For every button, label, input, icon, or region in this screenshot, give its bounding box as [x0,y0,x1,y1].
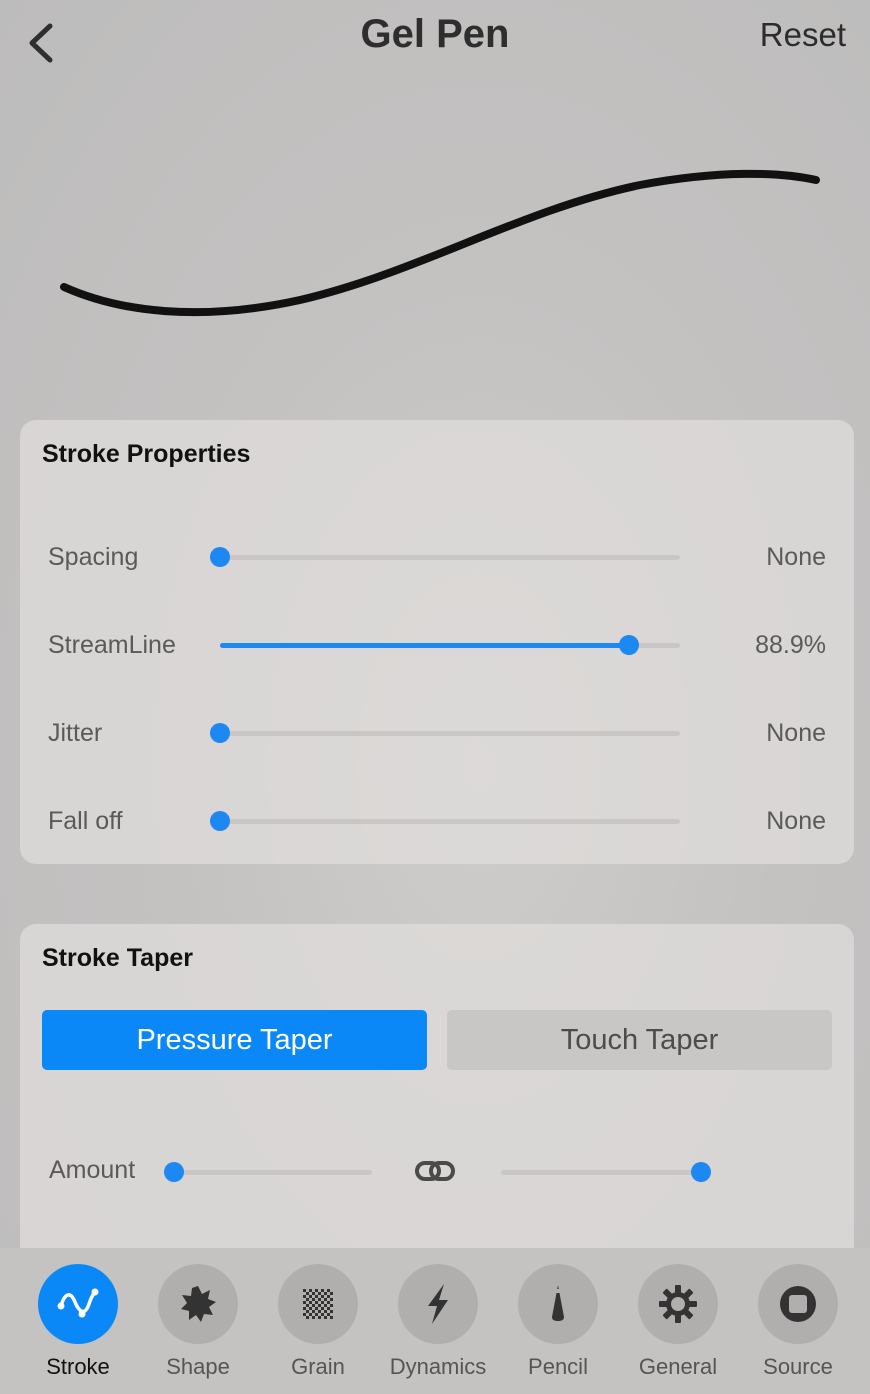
slider-thumb[interactable] [210,811,230,831]
tab-pencil[interactable]: Pencil [498,1264,618,1384]
jitter-slider[interactable] [210,723,680,743]
tab-circle [278,1264,358,1344]
tab-label: Shape [166,1354,230,1379]
slider-thumb[interactable] [618,635,639,655]
reset-button[interactable]: Reset [760,16,846,54]
gear-icon [659,1285,697,1323]
stroke-preview [60,169,820,317]
streamline-slider[interactable] [220,635,680,655]
fall-off-value: None [766,807,826,835]
brush-settings-tab-bar: Stroke Shape Grain Dynamics Pencil Gener… [0,1248,870,1394]
stroke-taper-title: Stroke Taper [42,944,193,972]
tab-stroke[interactable]: Stroke [18,1264,138,1384]
tab-grain[interactable]: Grain [258,1264,378,1384]
slider-thumb[interactable] [210,547,230,567]
fall-off-row: Fall off None [20,801,854,841]
tab-general[interactable]: General [618,1264,738,1384]
fall-off-label: Fall off [48,807,123,835]
shape-icon [181,1286,216,1322]
pressure-taper-tab[interactable]: Pressure Taper [42,1010,427,1070]
tab-label: General [638,1354,718,1379]
tab-circle [518,1264,598,1344]
slider-thumb[interactable] [691,1162,711,1182]
streamline-row: StreamLine 88.9% [20,625,854,665]
jitter-value: None [766,719,826,747]
tab-label: Grain [291,1354,345,1379]
header: Gel Pen Reset [0,0,870,80]
stroke-properties-title: Stroke Properties [42,440,251,468]
tab-circle [638,1264,718,1344]
spacing-slider[interactable] [210,547,680,567]
spacing-value: None [766,543,826,571]
pencil-icon [552,1285,564,1321]
tab-circle [158,1264,238,1344]
tab-circle [38,1264,118,1344]
slider-fill [220,643,629,648]
tab-shape[interactable]: Shape [138,1264,258,1384]
stroke-properties-panel: Stroke Properties Spacing None StreamLin… [20,420,854,864]
stroke-icon [57,1288,99,1318]
dynamics-icon [428,1284,448,1324]
page-title: Gel Pen [360,12,510,56]
source-icon [780,1286,816,1322]
slider-thumb[interactable] [210,723,230,743]
jitter-label: Jitter [48,719,103,747]
spacing-label: Spacing [48,543,139,571]
streamline-value: 88.9% [755,631,826,659]
amount-start-slider[interactable] [164,1162,372,1182]
tab-circle [398,1264,478,1344]
amount-label: Amount [49,1156,136,1184]
tab-circle [758,1264,838,1344]
tab-label: Dynamics [389,1354,487,1379]
grain-icon [303,1289,333,1319]
streamline-label: StreamLine [48,631,176,659]
tab-source[interactable]: Source [738,1264,858,1384]
slider-thumb[interactable] [164,1162,184,1182]
amount-end-slider[interactable] [501,1162,711,1182]
fall-off-slider[interactable] [210,811,680,831]
link-icon[interactable] [414,1158,456,1184]
touch-taper-tab[interactable]: Touch Taper [447,1010,832,1070]
tab-label: Stroke [46,1354,110,1379]
spacing-row: Spacing None [20,537,854,577]
tab-label: Pencil [528,1354,588,1379]
stroke-taper-panel: Stroke Taper Pressure Taper Touch Taper … [20,924,854,1264]
tab-label: Source [763,1354,833,1379]
jitter-row: Jitter None [20,713,854,753]
tab-dynamics[interactable]: Dynamics [378,1264,498,1384]
